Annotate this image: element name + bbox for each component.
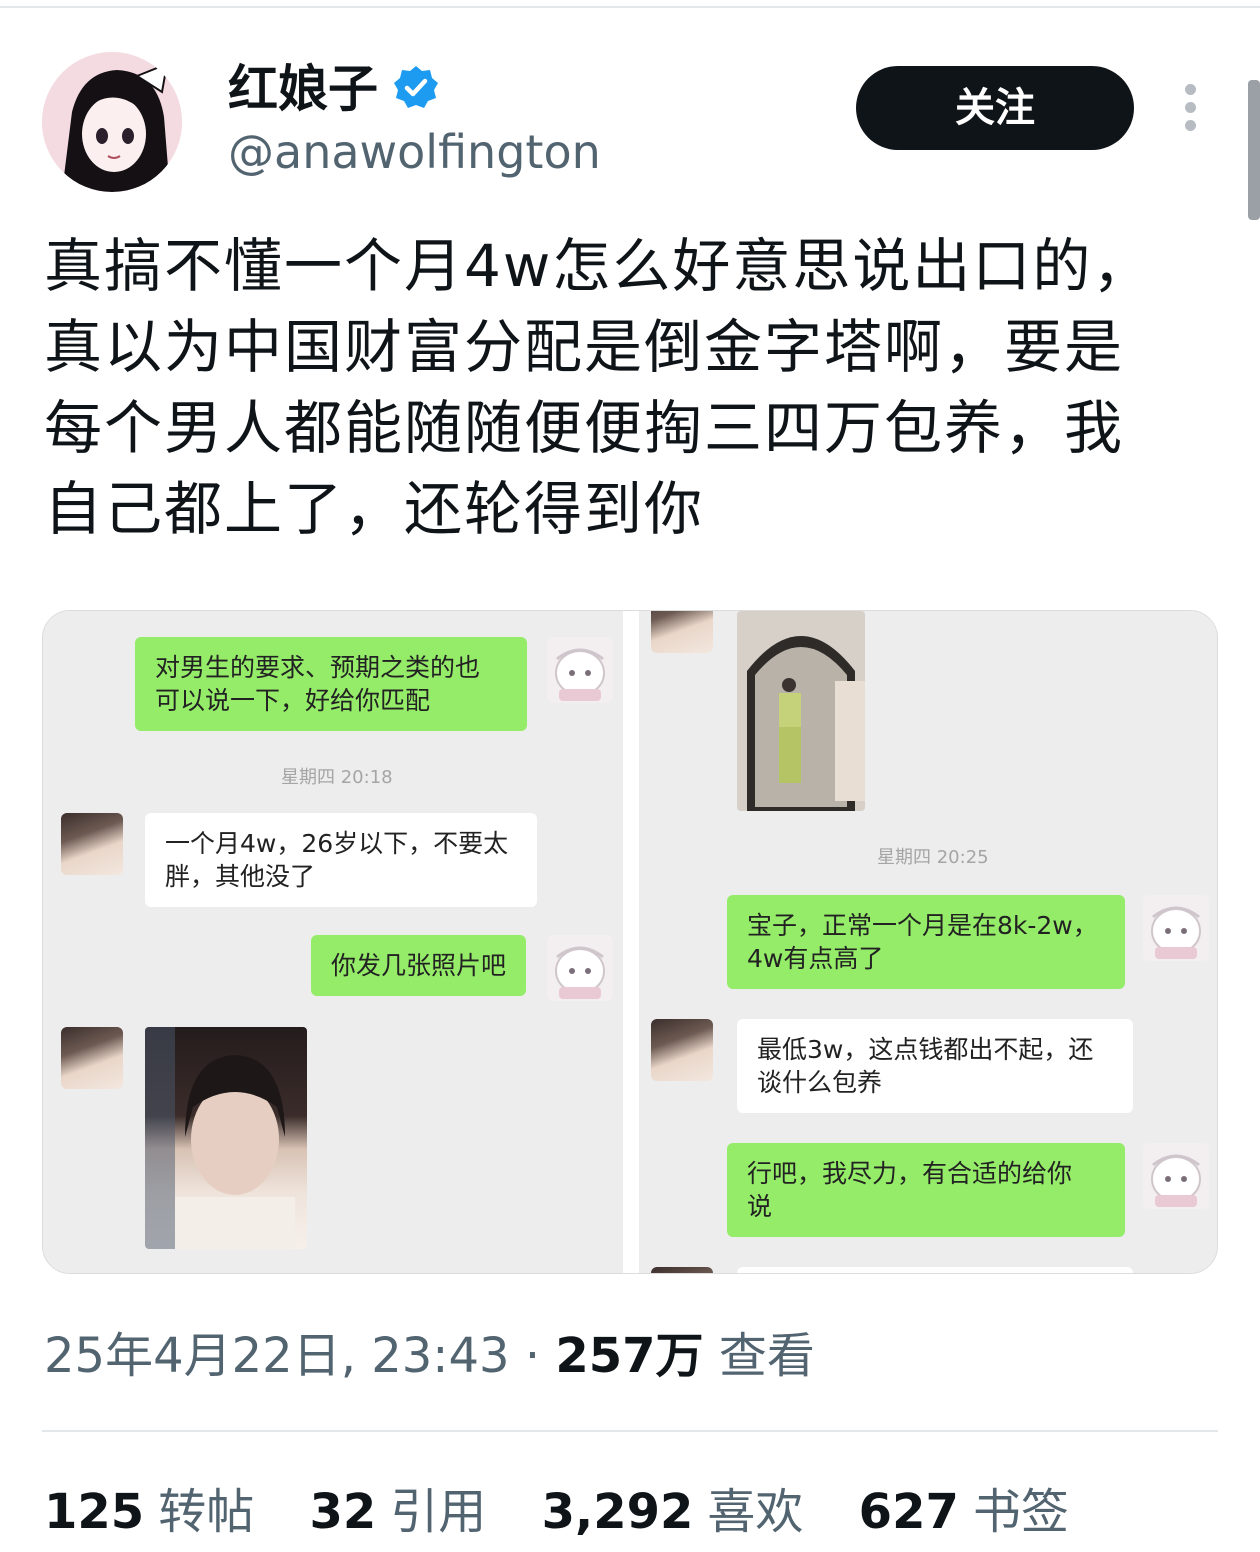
more-options-icon[interactable] [1180, 84, 1200, 132]
likes-label: 喜欢 [707, 1484, 804, 1540]
top-divider [0, 6, 1260, 8]
engagement-stats: 125 转帖 32 引用 3,292 喜欢 627 书签 [44, 1482, 1109, 1542]
quotes-stat[interactable]: 32 引用 [309, 1482, 486, 1542]
scrollbar[interactable] [1248, 80, 1260, 220]
chat-screenshot-left[interactable]: 对男生的要求、预期之类的也 可以说一下，好给你匹配 星期四 20:18 一个月4… [43, 611, 623, 1273]
tweet-timestamp[interactable]: 25年4月22日, 23:43 [44, 1328, 510, 1384]
reposts-stat[interactable]: 125 转帖 [44, 1482, 254, 1542]
reposts-count: 125 [44, 1484, 145, 1540]
selfie-photo[interactable] [145, 1027, 307, 1249]
tweet-line: 自己都上了，还轮得到你 [44, 475, 705, 543]
client-avatar [61, 1027, 123, 1089]
chat-bubble-outgoing: 宝子，正常一个月是在8k-2w， 4w有点高了 [727, 895, 1125, 989]
likes-stat[interactable]: 3,292 喜欢 [542, 1482, 804, 1542]
tweet-text: 真搞不懂一个月4w怎么好意思说出口的， 真以为中国财富分配是倒金字塔啊，要是 每… [44, 226, 1194, 550]
author-avatar[interactable] [42, 52, 182, 192]
chat-timestamp: 星期四 20:25 [877, 847, 989, 868]
mirror-photo[interactable] [737, 611, 865, 811]
tweet-meta: 25年4月22日, 23:43 · 257万 查看 [44, 1326, 815, 1386]
matchmaker-avatar [547, 935, 613, 1001]
author-name[interactable]: 红娘子 [228, 58, 378, 120]
chat-bubble-incoming: 一个月4w，26岁以下，不要太 胖，其他没了 [145, 813, 537, 907]
matchmaker-avatar [1143, 895, 1209, 961]
bookmarks-stat[interactable]: 627 书签 [859, 1482, 1069, 1542]
chat-bubble-incoming [737, 1267, 1133, 1273]
client-avatar [651, 611, 713, 653]
likes-count: 3,292 [541, 1484, 694, 1540]
matchmaker-avatar [1143, 1143, 1209, 1209]
chat-bubble-outgoing: 对男生的要求、预期之类的也 可以说一下，好给你匹配 [135, 637, 527, 731]
quotes-count: 32 [309, 1484, 377, 1540]
view-label: 查看 [718, 1328, 815, 1384]
client-avatar [651, 1267, 713, 1273]
tweet-media[interactable]: 对男生的要求、预期之类的也 可以说一下，好给你匹配 星期四 20:18 一个月4… [42, 610, 1218, 1274]
follow-button[interactable]: 关注 [856, 66, 1134, 150]
bookmarks-label: 书签 [972, 1484, 1069, 1540]
matchmaker-avatar [547, 637, 613, 703]
bookmarks-count: 627 [858, 1484, 959, 1540]
footer-divider [42, 1430, 1218, 1432]
client-avatar [651, 1019, 713, 1081]
tweet-line: 真以为中国财富分配是倒金字塔啊，要是 [44, 313, 1125, 381]
author-handle[interactable]: @anawolfington [228, 124, 601, 180]
chat-bubble-outgoing: 你发几张照片吧 [311, 935, 527, 996]
chat-screenshot-right[interactable]: 星期四 20:25 宝子，正常一个月是在8k-2w， 4w有点高了 最低3w，这… [639, 611, 1217, 1273]
chat-bubble-outgoing: 行吧，我尽力，有合适的给你 说 [727, 1143, 1125, 1237]
tweet-line: 每个男人都能随随便便掏三四万包养，我 [44, 394, 1125, 462]
view-count: 257万 [555, 1328, 704, 1384]
media-divider [623, 611, 639, 1273]
tweet-line: 真搞不懂一个月4w怎么好意思说出口的， [44, 232, 1153, 300]
verified-badge-icon [394, 66, 438, 108]
reposts-label: 转帖 [158, 1484, 255, 1540]
client-avatar [61, 813, 123, 875]
chat-bubble-incoming: 最低3w，这点钱都出不起，还 谈什么包养 [737, 1019, 1133, 1113]
quotes-label: 引用 [390, 1484, 487, 1540]
chat-timestamp: 星期四 20:18 [281, 767, 393, 788]
meta-separator: · [524, 1328, 541, 1384]
